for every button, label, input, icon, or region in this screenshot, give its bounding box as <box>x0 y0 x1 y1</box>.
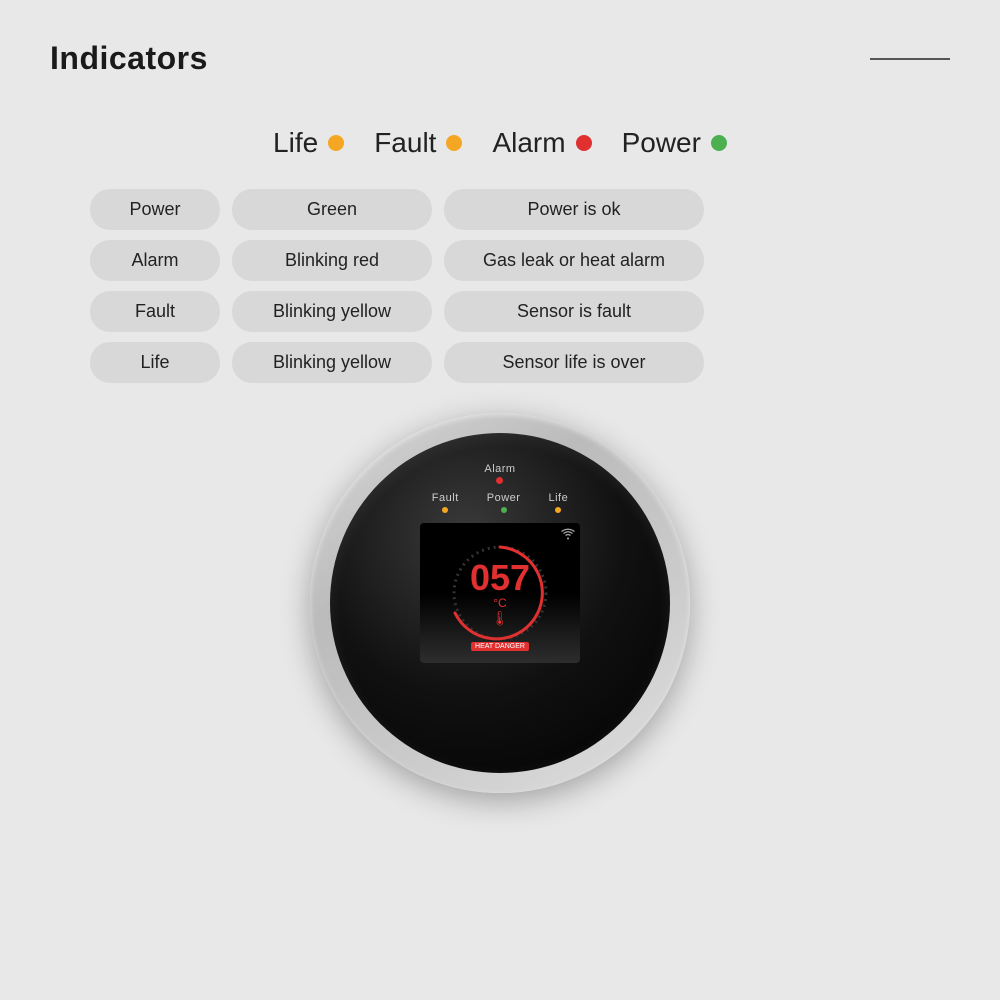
cell-status-blinking-yellow-life: Blinking yellow <box>232 342 432 383</box>
cell-status-blinking-red: Blinking red <box>232 240 432 281</box>
device-life-label: Life <box>548 492 568 504</box>
device-power-indicator: Power <box>487 492 521 513</box>
table-row: Alarm Blinking red Gas leak or heat alar… <box>90 240 910 281</box>
device-alarm-indicator: Alarm <box>484 463 515 484</box>
legend-item-alarm: Alarm <box>492 127 591 159</box>
table-row: Life Blinking yellow Sensor life is over <box>90 342 910 383</box>
device-alarm-dot <box>496 477 503 484</box>
cell-desc-sensor-life-over: Sensor life is over <box>444 342 704 383</box>
legend-item-fault: Fault <box>374 127 462 159</box>
page-title: Indicators <box>50 40 208 77</box>
indicators-table: Power Green Power is ok Alarm Blinking r… <box>90 189 910 393</box>
cell-indicator-life: Life <box>90 342 220 383</box>
dot-fault <box>446 135 462 151</box>
page-container: Indicators Life Fault Alarm Power Power … <box>0 0 1000 1000</box>
legend-item-power: Power <box>622 127 727 159</box>
device-power-label: Power <box>487 492 521 504</box>
device-life-indicator: Life <box>548 492 568 513</box>
legend-row: Life Fault Alarm Power <box>0 127 1000 159</box>
device-container: Alarm Fault Power Life <box>0 413 1000 793</box>
dot-alarm <box>576 135 592 151</box>
legend-label-power: Power <box>622 127 701 159</box>
dot-life <box>328 135 344 151</box>
cell-status-green: Green <box>232 189 432 230</box>
thermometer-icon: 🌡 <box>491 610 509 627</box>
cell-desc-sensor-fault: Sensor is fault <box>444 291 704 332</box>
device-power-dot <box>501 507 507 513</box>
legend-label-alarm: Alarm <box>492 127 565 159</box>
device-outer-ring: Alarm Fault Power Life <box>310 413 690 793</box>
cell-status-blinking-yellow-fault: Blinking yellow <box>232 291 432 332</box>
header: Indicators <box>0 0 1000 97</box>
legend-label-life: Life <box>273 127 318 159</box>
device-fault-label: Fault <box>432 492 459 504</box>
legend-label-fault: Fault <box>374 127 436 159</box>
cell-desc-power-ok: Power is ok <box>444 189 704 230</box>
cell-indicator-alarm: Alarm <box>90 240 220 281</box>
wifi-icon <box>561 528 575 543</box>
device-screen: 057 °C 🌡 HEAT DANGER <box>420 523 580 663</box>
device-alarm-label: Alarm <box>484 463 515 475</box>
dot-power <box>711 135 727 151</box>
device-fault-indicator: Fault <box>432 492 459 513</box>
table-row: Power Green Power is ok <box>90 189 910 230</box>
device-inner: Alarm Fault Power Life <box>330 433 670 773</box>
device-fault-dot <box>442 507 448 513</box>
gauge-unit: °C <box>493 596 506 610</box>
cell-indicator-fault: Fault <box>90 291 220 332</box>
gauge-container: 057 °C 🌡 <box>445 538 555 648</box>
table-row: Fault Blinking yellow Sensor is fault <box>90 291 910 332</box>
header-line <box>870 58 950 60</box>
gauge-value: 057 <box>470 560 530 596</box>
device-life-dot <box>555 507 561 513</box>
heat-danger-badge: HEAT DANGER <box>471 642 529 651</box>
cell-desc-gas-leak: Gas leak or heat alarm <box>444 240 704 281</box>
cell-indicator-power: Power <box>90 189 220 230</box>
device-bottom-labels: Fault Power Life <box>432 492 568 513</box>
legend-item-life: Life <box>273 127 344 159</box>
